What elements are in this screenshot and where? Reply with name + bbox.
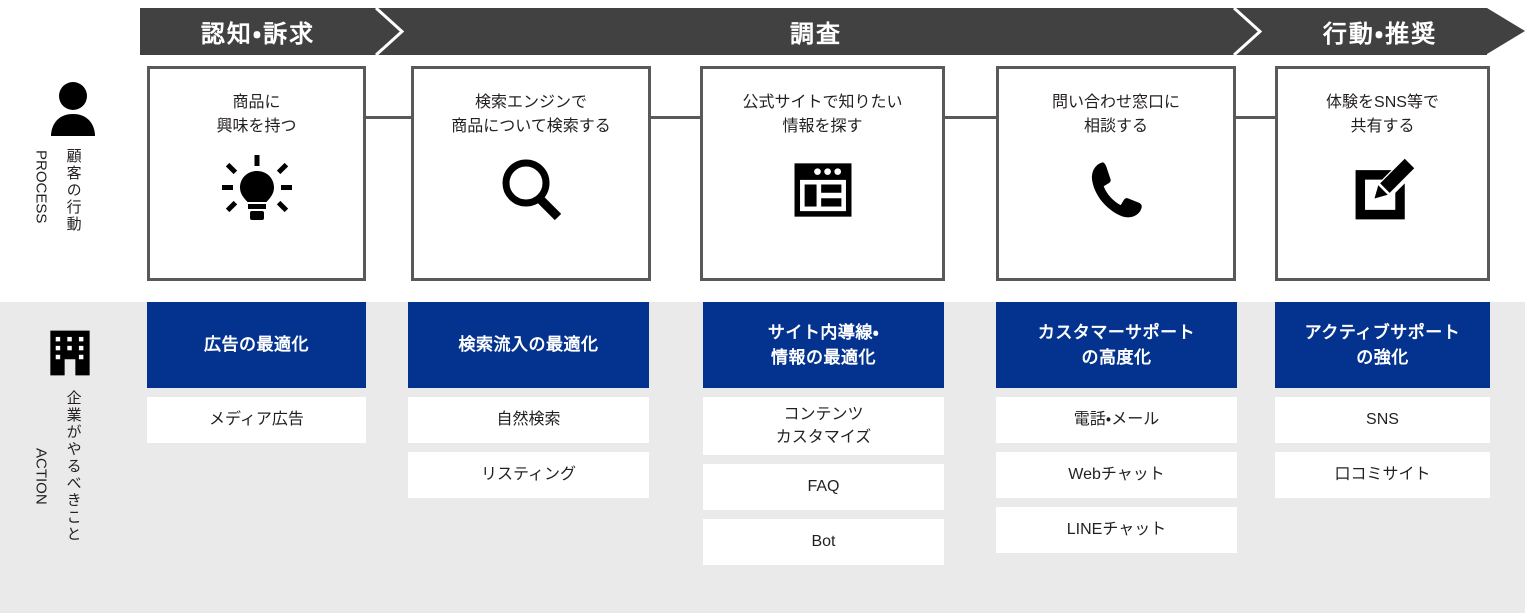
action-item-3-3[interactable]: Bot	[703, 519, 944, 565]
action-item-2-2[interactable]: リスティング	[408, 452, 649, 498]
process-box-3[interactable]: 公式サイトで知りたい 情報を探す	[700, 66, 945, 281]
action-item-4-1[interactable]: 電話・メール	[996, 397, 1237, 443]
action-head-3[interactable]: サイト内導線・ 情報の最適化	[703, 302, 944, 388]
lightbulb-icon	[220, 153, 294, 227]
action-head-2[interactable]: 検索流入の最適化	[408, 302, 649, 388]
action-item-4-3[interactable]: LINEチャット	[996, 507, 1237, 553]
process-row: 商品に 興味を持つ 検索エンジンで 商品について検索する 公式サイトで知りたい …	[0, 0, 1525, 302]
connector-2-3	[648, 116, 700, 119]
action-item-5-1[interactable]: SNS	[1275, 397, 1490, 443]
action-head-1[interactable]: 広告の最適化	[147, 302, 366, 388]
connector-4-5	[1236, 116, 1278, 119]
magnifier-icon	[494, 153, 568, 227]
action-item-3-1[interactable]: コンテンツ カスタマイズ	[703, 397, 944, 455]
action-row: 広告の最適化 メディア広告 検索流入の最適化 自然検索 リスティング サイト内導…	[0, 302, 1525, 613]
action-item-5-2[interactable]: 口コミサイト	[1275, 452, 1490, 498]
process-box-1-title: 商品に 興味を持つ	[216, 94, 297, 135]
action-column-4: カスタマーサポート の高度化 電話・メール Webチャット LINEチャット	[996, 302, 1237, 553]
action-item-4-2[interactable]: Webチャット	[996, 452, 1237, 498]
connector-3-4	[942, 116, 996, 119]
action-item-1-1[interactable]: メディア広告	[147, 397, 366, 443]
edit-square-icon	[1346, 153, 1420, 227]
action-column-3: サイト内導線・ 情報の最適化 コンテンツ カスタマイズ FAQ Bot	[703, 302, 944, 565]
phone-icon	[1079, 153, 1153, 227]
process-box-5[interactable]: 体験をSNS等で 共有する	[1275, 66, 1490, 281]
action-column-1: 広告の最適化 メディア広告	[147, 302, 366, 443]
action-column-2: 検索流入の最適化 自然検索 リスティング	[408, 302, 649, 498]
process-box-4[interactable]: 問い合わせ窓口に 相談する	[996, 66, 1236, 281]
action-head-4[interactable]: カスタマーサポート の高度化	[996, 302, 1237, 388]
action-item-2-1[interactable]: 自然検索	[408, 397, 649, 443]
process-box-3-title: 公式サイトで知りたい 情報を探す	[742, 94, 903, 135]
action-head-5[interactable]: アクティブサポート の強化	[1275, 302, 1490, 388]
action-column-5: アクティブサポート の強化 SNS 口コミサイト	[1275, 302, 1490, 498]
process-box-4-title: 問い合わせ窓口に 相談する	[1051, 94, 1180, 135]
connector-1-2	[363, 116, 412, 119]
process-box-2-title: 検索エンジンで 商品について検索する	[451, 94, 611, 135]
action-item-3-2[interactable]: FAQ	[703, 464, 944, 510]
process-box-2[interactable]: 検索エンジンで 商品について検索する	[411, 66, 651, 281]
browser-window-icon	[786, 153, 860, 227]
process-box-1[interactable]: 商品に 興味を持つ	[147, 66, 366, 281]
process-box-5-title: 体験をSNS等で 共有する	[1326, 94, 1439, 135]
